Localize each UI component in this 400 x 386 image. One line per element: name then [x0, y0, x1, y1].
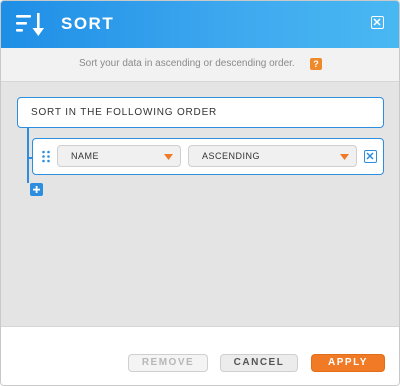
direction-select[interactable]: ASCENDING [188, 145, 357, 167]
subheader-description: Sort your data in ascending or descendin… [79, 58, 295, 69]
field-select-value: NAME [71, 151, 100, 161]
apply-button[interactable]: APPLY [311, 354, 385, 372]
dialog-title: SORT [61, 14, 115, 33]
chevron-down-icon [164, 154, 173, 160]
close-icon [373, 18, 381, 26]
close-button[interactable] [371, 16, 384, 29]
sort-group-label: SORT IN THE FOLLOWING ORDER [31, 107, 218, 118]
sort-dialog: SORT Sort your data in ascending or desc… [0, 0, 400, 386]
plus-icon [33, 186, 40, 193]
dialog-subheader: Sort your data in ascending or descendin… [1, 48, 399, 82]
drag-handle-icon[interactable] [41, 150, 51, 163]
field-select[interactable]: NAME [57, 145, 181, 167]
add-rule-button[interactable] [30, 183, 43, 196]
close-icon [366, 152, 374, 160]
cancel-button[interactable]: CANCEL [220, 354, 298, 372]
chevron-down-icon [340, 154, 349, 160]
dialog-footer: REMOVE CANCEL APPLY [1, 326, 399, 385]
tree-connector-vertical [27, 128, 29, 183]
help-icon[interactable]: ? [310, 58, 322, 70]
sort-group-header: SORT IN THE FOLLOWING ORDER [17, 97, 384, 128]
sort-descending-icon [16, 13, 44, 36]
remove-button[interactable]: REMOVE [128, 354, 208, 372]
dialog-header: SORT [1, 1, 399, 48]
direction-select-value: ASCENDING [202, 151, 261, 161]
remove-rule-button[interactable] [364, 150, 377, 163]
sort-rule-row: NAME ASCENDING [32, 138, 384, 175]
